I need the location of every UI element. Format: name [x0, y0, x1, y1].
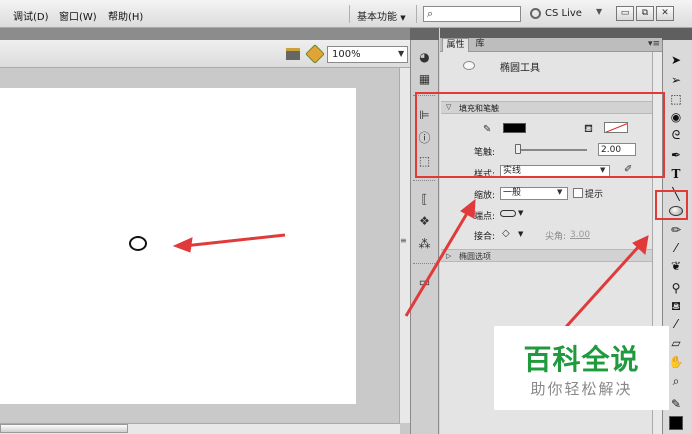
vertical-scrollbar[interactable] [399, 68, 410, 423]
scale-label: 缩放: [474, 191, 496, 201]
text-tool-icon[interactable]: T [667, 166, 685, 182]
drawn-oval[interactable] [129, 236, 147, 251]
stroke-pencil-icon: ✎ [670, 397, 682, 411]
menu-window[interactable]: 窗口(W) [59, 8, 97, 23]
miter-value[interactable]: 3.00 [570, 230, 590, 240]
menu-debug[interactable]: 调试(D) [13, 8, 49, 23]
join-label: 接合: [474, 232, 496, 242]
panel-group-grip [413, 263, 435, 265]
panel-group-grip [413, 180, 435, 182]
menu-help[interactable]: 帮助(H) [108, 8, 143, 23]
menu-separator [416, 5, 417, 23]
chevron-down-icon[interactable]: ▼ [518, 230, 523, 238]
search-icon: ⌕ [427, 7, 434, 20]
chevron-down-icon[interactable]: ▼ [398, 49, 404, 58]
menu-separator [349, 5, 350, 23]
hint-checkbox[interactable] [573, 188, 583, 198]
bone-tool-icon[interactable]: ⚲ [667, 280, 685, 296]
search-input[interactable]: ⌕ [423, 6, 521, 22]
section-collapsed-icon[interactable]: ▷ [446, 252, 451, 260]
tab-properties[interactable]: 属性 [442, 38, 469, 52]
paint-bucket-tool-icon[interactable]: ⛾ [667, 298, 685, 314]
join-round-icon[interactable]: ◇ [502, 228, 510, 239]
highlight-box-oval-tool [655, 190, 688, 220]
document-tab-strip [0, 28, 410, 40]
cs-live-dropdown-icon[interactable]: ▼ [596, 7, 602, 16]
panel-menu-icon[interactable]: ▾≡ [648, 39, 660, 49]
eraser-tool-icon[interactable]: ▱ [667, 335, 685, 351]
components-panel-icon[interactable]: ❖ [417, 214, 432, 228]
stroke-color-tool[interactable] [669, 416, 683, 430]
deco-tool-icon[interactable]: ❦ [667, 258, 685, 274]
cap-label: 端点: [474, 212, 496, 222]
chevron-down-icon[interactable]: ▼ [557, 188, 562, 196]
section-title: 椭圆选项 [459, 252, 491, 261]
lasso-tool-icon[interactable]: ᘓ [667, 127, 685, 143]
workspace-label: 基本功能 [357, 12, 397, 23]
restore-button[interactable]: ⧉ [636, 6, 654, 21]
panel-resize-grip-icon[interactable]: ≡ [400, 236, 407, 245]
project-panel-icon[interactable]: ▭ [417, 275, 432, 289]
collapsed-panel-strip [410, 28, 439, 434]
3d-rotation-tool-icon[interactable]: ◉ [667, 109, 685, 125]
zoom-tool-icon[interactable]: ⌕ [667, 373, 685, 389]
selection-tool-icon[interactable]: ➤ [667, 52, 685, 68]
toolbox-header[interactable] [662, 28, 692, 40]
hand-tool-icon[interactable]: ✋ [667, 354, 685, 370]
swatches-panel-icon[interactable]: ▦ [417, 72, 432, 86]
minimize-button[interactable]: ▭ [616, 6, 634, 21]
code-snippets-icon[interactable]: ⟦ [417, 192, 432, 206]
menu-bar: 调试(D) 窗口(W) 帮助(H) [0, 0, 692, 28]
subselection-tool-icon[interactable]: ➢ [667, 72, 685, 88]
horizontal-scroll-thumb[interactable] [0, 424, 128, 433]
brush-tool-icon[interactable]: ⁄ [667, 240, 685, 256]
free-transform-tool-icon[interactable]: ⬚ [667, 91, 685, 107]
watermark-title: 百科全说 [523, 343, 640, 376]
close-button[interactable]: ✕ [656, 6, 674, 21]
miter-label: 尖角: [545, 232, 567, 242]
highlight-box-fill-stroke [415, 92, 665, 178]
workspace-arrow: ▼ [400, 14, 406, 22]
pencil-tool-icon[interactable]: ✏ [667, 222, 685, 238]
watermark-subtitle: 助你轻松解决 [530, 380, 633, 398]
zoom-select[interactable]: 100% [327, 46, 408, 63]
tab-library[interactable]: 库 [470, 38, 490, 52]
pen-tool-icon[interactable]: ✒ [667, 147, 685, 163]
chevron-down-icon[interactable]: ▼ [518, 209, 523, 217]
cap-round-icon[interactable] [500, 210, 516, 217]
stage-canvas[interactable] [0, 88, 356, 404]
color-panel-icon[interactable]: ◕ [417, 50, 432, 64]
hint-label: 提示 [585, 190, 604, 200]
tool-name: 椭圆工具 [500, 63, 540, 74]
properties-panel-header[interactable] [440, 28, 662, 38]
workspace-switcher[interactable]: 基本功能 ▼ [357, 8, 406, 23]
motion-presets-icon[interactable]: ⁂ [417, 237, 432, 251]
cs-live-label[interactable]: CS Live [545, 8, 582, 19]
oval-tool-icon [463, 61, 475, 70]
cs-live-icon[interactable] [530, 8, 541, 19]
collapsed-panel-header[interactable] [410, 28, 439, 40]
eyedropper-tool-icon[interactable]: ⁄ [667, 316, 685, 332]
edit-scene-icon[interactable] [286, 48, 300, 60]
